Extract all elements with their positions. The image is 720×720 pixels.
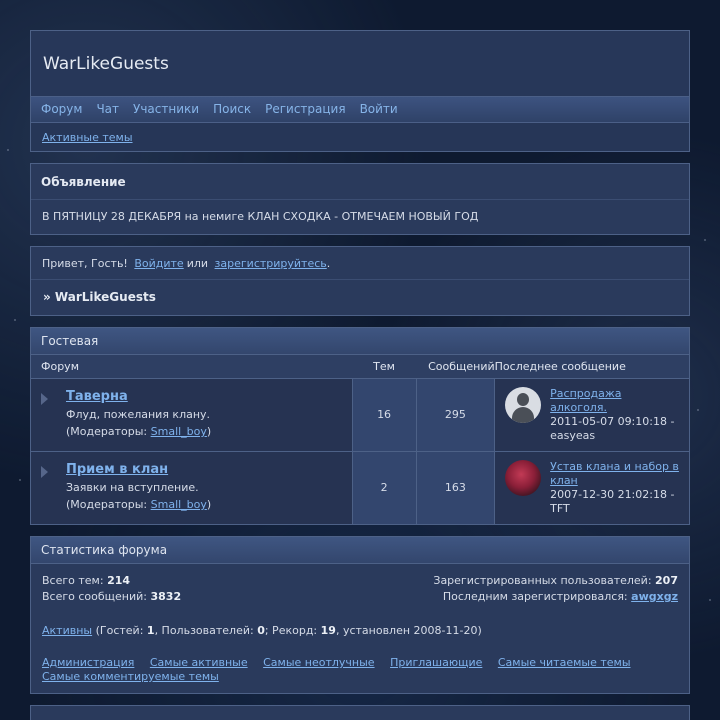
last-post-link[interactable]: Устав клана и набор в клан <box>550 460 679 487</box>
link-inviters[interactable]: Приглашающие <box>390 656 482 669</box>
forum-description: Флуд, пожелания клану. <box>66 408 211 421</box>
stats-links: Администрация Самые активные Самые неотл… <box>31 637 689 693</box>
last-post-date: 2007-12-30 21:02:18 - <box>550 487 675 501</box>
moderators-label: (Модераторы: <box>66 498 148 512</box>
table-header-row: Форум Тем Сообщений Последнее сообщение <box>31 355 689 379</box>
posts-count: 163 <box>415 450 495 524</box>
column-posts: Сообщений <box>416 355 495 379</box>
forum-status-icon <box>41 392 48 405</box>
moderators-suffix: ) <box>206 498 212 512</box>
forum-description: Заявки на вступление. <box>66 481 199 495</box>
record-date: , установлен 2008-11-20) <box>335 624 482 637</box>
online-guests-value: 1 <box>146 624 155 637</box>
link-most-read-topics[interactable]: Самые читаемые темы <box>498 656 631 669</box>
menu-item-members[interactable]: Участники <box>133 102 199 117</box>
link-administration[interactable]: Администрация <box>42 656 134 669</box>
link-most-persistent[interactable]: Самые неотлучные <box>263 656 374 669</box>
column-last-post: Последнее сообщение <box>494 355 689 379</box>
stats-summary: Всего тем: 214 Всего сообщений: 3832 Зар… <box>31 564 689 605</box>
forum-link-taverna[interactable]: Таверна <box>66 389 342 404</box>
moderator-link[interactable]: Small_boy <box>151 498 207 511</box>
menu-item-login[interactable]: Войти <box>360 102 398 117</box>
next-box-partial <box>30 705 690 720</box>
greeting-text: Привет, Гость! <box>42 257 128 270</box>
user-avatar-icon[interactable] <box>505 386 542 423</box>
stats-title: Статистика форума <box>31 537 689 564</box>
moderators-suffix: ) <box>206 425 212 438</box>
total-topics-value: 214 <box>107 574 131 587</box>
forum-cell: Таверна Флуд, пожелания клану. (Модерато… <box>31 377 353 451</box>
last-registered-user-link[interactable]: awgxgz <box>631 590 678 603</box>
topics-count: 2 <box>351 450 417 524</box>
welcome-line: Привет, Гость! Войдите или зарегистрируйт… <box>31 247 689 280</box>
board-header: WarLikeGuests Форум Чат Участники Поиск … <box>30 30 690 152</box>
registered-value: 207 <box>655 574 678 587</box>
forum-cell: Прием в клан Заявки на вступление. (Моде… <box>31 450 353 524</box>
moderators-label: (Модераторы: <box>66 425 148 438</box>
main-menu: Форум Чат Участники Поиск Регистрация Во… <box>31 96 689 123</box>
last-post-date: 2011-05-07 09:10:18 - <box>550 414 675 428</box>
last-post-cell: Распродажа алкоголя. 2011-05-07 09:10:18… <box>494 377 689 451</box>
period-text: . <box>326 257 331 270</box>
menu-item-forum[interactable]: Форум <box>41 102 82 117</box>
category-title: Гостевая <box>31 328 689 355</box>
online-guests-label: (Гостей: <box>95 624 144 637</box>
last-post-user: easyeas <box>550 428 596 442</box>
breadcrumb: » WarLikeGuests <box>43 290 156 304</box>
online-users-label: , Пользователей: <box>154 624 254 637</box>
table-row: Таверна Флуд, пожелания клану. (Модерато… <box>31 377 689 451</box>
last-post-user: TFT <box>550 501 570 515</box>
announcement-body: В ПЯТНИЦУ 28 ДЕКАБРЯ на немиге КЛАН СХОД… <box>42 210 479 223</box>
link-most-commented-topics[interactable]: Самые комментируемые темы <box>42 670 219 683</box>
link-most-active[interactable]: Самые активные <box>150 656 248 669</box>
last-registered-label: Последним зарегистрировался: <box>442 590 628 603</box>
topics-count: 16 <box>351 377 417 451</box>
column-topics: Тем <box>352 355 417 379</box>
stats-left: Всего тем: 214 Всего сообщений: 3832 <box>42 573 181 605</box>
last-post-cell: Устав клана и набор в клан 2007-12-30 21… <box>494 450 689 524</box>
table-row: Прием в клан Заявки на вступление. (Моде… <box>31 450 689 524</box>
total-posts-value: 3832 <box>150 590 182 603</box>
menu-item-search[interactable]: Поиск <box>213 102 251 117</box>
record-value: 19 <box>320 624 336 637</box>
forum-moderators: (Модераторы: Small_boy) <box>66 423 342 440</box>
forum-status-icon <box>41 465 48 478</box>
board-title: WarLikeGuests <box>31 31 689 96</box>
total-posts-label: Всего сообщений: <box>42 590 147 603</box>
last-post-link[interactable]: Распродажа алкоголя. <box>550 387 621 414</box>
announcement-title: Объявление <box>31 164 689 200</box>
menu-item-chat[interactable]: Чат <box>96 102 119 117</box>
active-topics-link[interactable]: Активные темы <box>42 131 133 144</box>
forum-link-clan-recruitment[interactable]: Прием в клан <box>66 462 342 477</box>
menu-item-register[interactable]: Регистрация <box>265 102 345 117</box>
user-avatar-icon[interactable] <box>505 459 542 496</box>
forum-table: Форум Тем Сообщений Последнее сообщение … <box>31 355 689 524</box>
category-box: Гостевая Форум Тем Сообщений Последнее с… <box>30 327 690 525</box>
sub-navigation: Активные темы <box>31 123 689 152</box>
stats-right: Зарегистрированных пользователей: 207 По… <box>433 573 678 605</box>
or-text: или <box>186 257 209 270</box>
moderator-link[interactable]: Small_boy <box>151 425 207 438</box>
record-label: ; Рекорд: <box>264 624 318 637</box>
forum-moderators: (Модераторы: Small_boy) <box>66 496 342 513</box>
stats-box: Статистика форума Всего тем: 214 Всего с… <box>30 536 690 694</box>
welcome-box: Привет, Гость! Войдите или зарегистрируйт… <box>30 246 690 316</box>
online-users-link[interactable]: Активны <box>42 624 92 637</box>
online-users-value: 0 <box>257 624 265 637</box>
announcement-box: Объявление В ПЯТНИЦУ 28 ДЕКАБРЯ на немиг… <box>30 163 690 235</box>
page-container: WarLikeGuests Форум Чат Участники Поиск … <box>30 30 690 720</box>
registered-label: Зарегистрированных пользователей: <box>433 574 652 587</box>
online-line: Активны (Гостей: 1, Пользователей: 0; Ре… <box>31 605 689 637</box>
column-forum: Форум <box>31 355 353 379</box>
total-topics-label: Всего тем: <box>42 574 104 587</box>
login-link[interactable]: Войдите <box>134 257 183 270</box>
register-link[interactable]: зарегистрируйтесь <box>215 257 327 270</box>
posts-count: 295 <box>415 377 495 451</box>
